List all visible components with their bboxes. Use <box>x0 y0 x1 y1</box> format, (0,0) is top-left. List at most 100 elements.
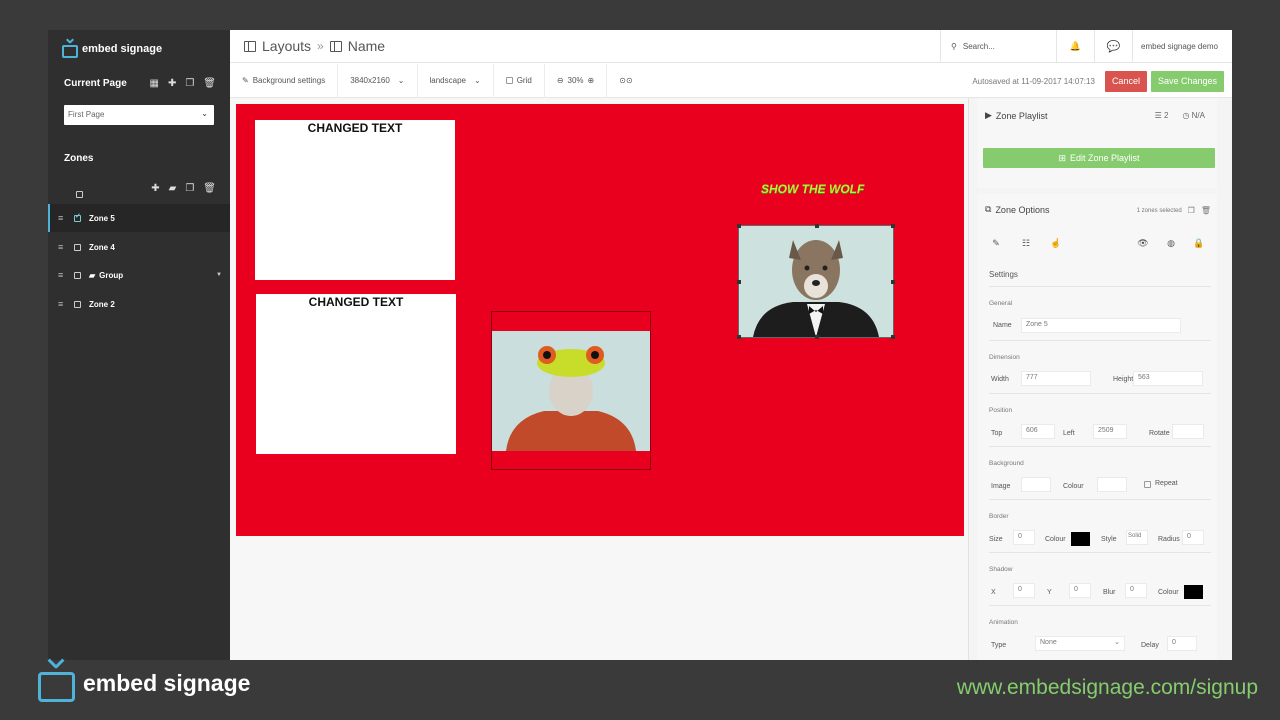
resize-handle[interactable] <box>737 335 741 339</box>
delete-zone-icon[interactable]: 🗑 <box>203 183 216 194</box>
wolf-title-text[interactable]: SHOW THE WOLF <box>761 182 864 196</box>
breadcrumb-name[interactable]: Name <box>348 38 385 54</box>
drag-handle-icon[interactable]: ≡ <box>58 270 66 280</box>
grid-toggle[interactable]: Grid <box>494 63 545 98</box>
grid-icon[interactable]: ▦ <box>149 78 158 89</box>
border-size-input[interactable]: 0 <box>1013 530 1035 545</box>
size-label: Size <box>989 536 1003 543</box>
grid-checkbox[interactable] <box>505 77 513 84</box>
chat-button[interactable]: 💬 <box>1094 30 1132 63</box>
resize-handle[interactable] <box>891 224 895 228</box>
copy-icon[interactable]: ❐ <box>1188 206 1195 215</box>
settings-tab[interactable]: Settings <box>989 270 1018 279</box>
chevron-down-icon: ⌄ <box>1114 639 1120 646</box>
delete-page-icon[interactable]: 🗑 <box>203 78 216 89</box>
breadcrumb-layouts[interactable]: Layouts <box>262 38 311 54</box>
hand-tab-icon[interactable]: ☝ <box>1041 238 1071 249</box>
sliders-tab-icon[interactable]: ☷ <box>1011 238 1041 249</box>
zoom-out-icon[interactable]: ⊖ <box>557 76 564 85</box>
copy-page-icon[interactable]: ❐ <box>185 78 194 89</box>
zone-checkbox[interactable] <box>74 271 81 279</box>
repeat-checkbox[interactable] <box>1144 481 1151 488</box>
drag-handle-icon[interactable]: ≡ <box>58 213 66 223</box>
shadow-y-input[interactable]: 0 <box>1069 583 1091 598</box>
orientation-select[interactable]: landscape ⌄ <box>418 63 494 98</box>
save-changes-button[interactable]: Save Changes <box>1150 70 1224 92</box>
rotate-label: Rotate <box>1149 430 1170 437</box>
resize-handle[interactable] <box>891 280 895 284</box>
globe-icon[interactable]: ◍ <box>1157 238 1185 249</box>
select-all-checkbox[interactable] <box>76 191 83 198</box>
background-image-input[interactable] <box>1021 477 1051 492</box>
text-zone-2[interactable]: CHANGED TEXT <box>256 294 456 454</box>
cancel-button[interactable]: Cancel <box>1104 70 1147 92</box>
sidebar-logo[interactable]: embed signage <box>62 38 162 60</box>
divider <box>989 499 1211 500</box>
fit-icon[interactable]: ⊙⊙ <box>619 76 632 85</box>
lock-icon[interactable]: 🔒 <box>1185 238 1213 249</box>
zoom-in-icon[interactable]: ⊕ <box>588 76 595 85</box>
resize-handle[interactable] <box>815 224 819 228</box>
zoom-controls: ⊖ 30% ⊕ <box>545 63 608 98</box>
resize-handle[interactable] <box>737 224 741 228</box>
zone-row-zone-2[interactable]: ≡ Zone 2 <box>48 290 230 318</box>
position-section-label: Position <box>989 407 1013 414</box>
background-colour-input[interactable] <box>1097 477 1127 492</box>
radius-input[interactable]: 0 <box>1182 530 1204 545</box>
radius-label: Radius <box>1158 536 1180 543</box>
resize-handle[interactable] <box>891 335 895 339</box>
background-settings-button[interactable]: ✎ Background settings <box>230 63 339 98</box>
delay-input[interactable]: 0 <box>1167 636 1197 651</box>
border-colour-swatch[interactable] <box>1071 532 1090 546</box>
zone-row-group[interactable]: ≡ ▰ Group ▼ <box>48 261 230 289</box>
eye-icon[interactable]: 👁 <box>1129 238 1157 249</box>
text-zone-1[interactable]: CHANGED TEXT <box>255 120 455 280</box>
trash-icon[interactable]: 🗑 <box>1201 206 1211 215</box>
edit-zone-playlist-button[interactable]: ⊞ Edit Zone Playlist <box>983 148 1215 168</box>
resize-handle[interactable] <box>815 335 819 339</box>
layout-canvas[interactable]: CHANGED TEXT CHANGED TEXT SHOW THE WOLF <box>236 104 964 536</box>
rotate-input[interactable] <box>1172 424 1204 439</box>
notifications-button[interactable]: 🔔 <box>1056 30 1094 63</box>
frog-zone[interactable] <box>491 311 651 470</box>
left-input[interactable]: 2509 <box>1093 424 1127 439</box>
brush-tab-icon[interactable]: ✎ <box>981 238 1011 249</box>
add-zone-icon[interactable]: ✚ <box>151 183 159 194</box>
page-select[interactable]: First Page ⌄ <box>64 105 214 125</box>
top-input[interactable]: 606 <box>1021 424 1055 439</box>
blur-input[interactable]: 0 <box>1125 583 1147 598</box>
search-box[interactable]: ⚲ Search... <box>940 30 1056 63</box>
user-menu[interactable]: embed signage demo <box>1132 30 1232 63</box>
resolution-select[interactable]: 3840x2160 ⌄ <box>338 63 418 98</box>
border-style-select[interactable]: Solid <box>1126 530 1148 545</box>
resize-handle[interactable] <box>737 280 741 284</box>
zone-row-zone-5[interactable]: ≡ Zone 5 <box>48 204 230 232</box>
zone-checkbox[interactable] <box>74 300 81 308</box>
fit-controls[interactable]: ⊙⊙ <box>607 64 644 98</box>
zone-checkbox[interactable] <box>74 212 81 222</box>
drag-handle-icon[interactable]: ≡ <box>58 299 66 309</box>
shadow-x-input[interactable]: 0 <box>1013 583 1035 598</box>
animation-type-select[interactable]: None ⌄ <box>1035 636 1125 651</box>
breadcrumb: Layouts » Name <box>244 38 385 54</box>
height-input[interactable]: 563 <box>1133 371 1203 386</box>
drag-handle-icon[interactable]: ≡ <box>58 242 66 252</box>
signup-url[interactable]: www.embedsignage.com/signup <box>957 676 1258 700</box>
edit-icon: ⊞ <box>1058 152 1066 163</box>
zones-select-all[interactable] <box>76 185 83 203</box>
name-input[interactable]: Zone 5 <box>1021 318 1181 333</box>
layout-toolbar: ✎ Background settings 3840x2160 ⌄ landsc… <box>230 63 1232 98</box>
search-input[interactable]: Search... <box>963 42 995 51</box>
shadow-colour-swatch[interactable] <box>1184 585 1203 599</box>
width-input[interactable]: 777 <box>1021 371 1091 386</box>
wolf-zone[interactable] <box>737 224 895 339</box>
caret-down-icon[interactable]: ▼ <box>216 272 222 278</box>
zone-checkbox[interactable] <box>74 243 81 251</box>
copy-zone-icon[interactable]: ❐ <box>185 183 194 194</box>
brush-icon: ✎ <box>242 76 249 85</box>
add-page-icon[interactable]: ✚ <box>168 78 176 89</box>
colour-label: Colour <box>1063 483 1084 490</box>
divider <box>989 286 1211 287</box>
folder-icon[interactable]: ▰ <box>169 183 177 194</box>
zone-row-zone-4[interactable]: ≡ Zone 4 <box>48 233 230 261</box>
